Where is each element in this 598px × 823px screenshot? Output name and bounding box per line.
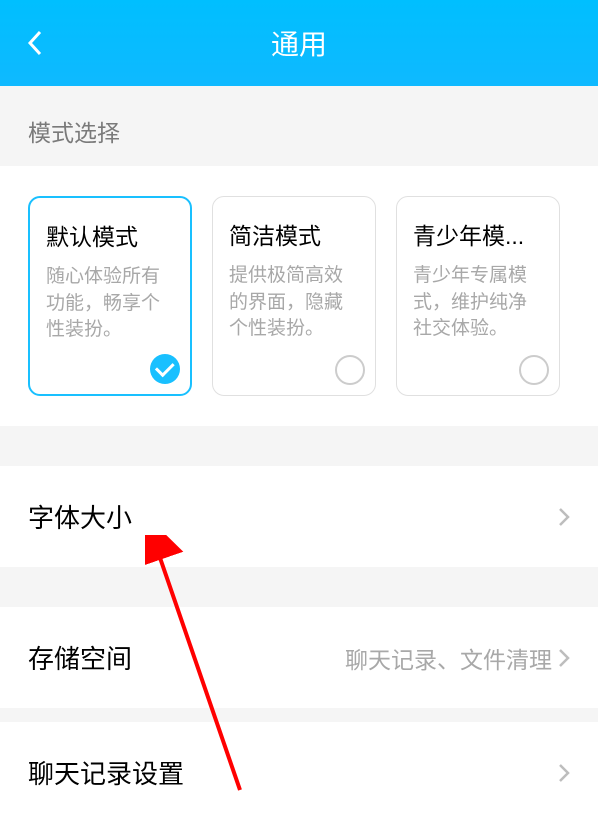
list-item-right — [558, 763, 570, 783]
mode-desc: 提供极简高效的界面，隐藏个性装扮。 — [229, 263, 359, 343]
chat-record-item[interactable]: 聊天记录设置 — [0, 722, 598, 823]
radio-unselected-icon — [519, 355, 549, 385]
header-bar: 通用 — [0, 0, 598, 86]
radio-unselected-icon — [335, 355, 365, 385]
back-button[interactable] — [26, 28, 44, 58]
chevron-right-icon — [558, 648, 570, 668]
mode-card-youth[interactable]: 青少年模... 青少年专属模式，维护纯净社交体验。 — [396, 196, 560, 396]
page-title: 通用 — [271, 23, 327, 63]
section-divider — [0, 708, 598, 722]
chevron-right-icon — [558, 507, 570, 527]
mode-desc: 青少年专属模式，维护纯净社交体验。 — [413, 263, 543, 343]
list-item-subtitle: 聊天记录、文件清理 — [345, 641, 552, 675]
section-divider — [0, 567, 598, 607]
font-size-item[interactable]: 字体大小 — [0, 466, 598, 567]
mode-title: 默认模式 — [46, 218, 174, 252]
mode-selection: 默认模式 随心体验所有功能，畅享个性装扮。 简洁模式 提供极简高效的界面，隐藏个… — [0, 166, 598, 426]
mode-title: 青少年模... — [413, 217, 543, 251]
chevron-left-icon — [26, 28, 44, 58]
section-label: 模式选择 — [0, 86, 598, 166]
mode-title: 简洁模式 — [229, 217, 359, 251]
list-item-label: 存储空间 — [28, 639, 132, 676]
list-item-label: 聊天记录设置 — [28, 754, 184, 791]
section-divider — [0, 426, 598, 466]
check-icon — [150, 354, 180, 384]
mode-desc: 随心体验所有功能，畅享个性装扮。 — [46, 264, 174, 344]
storage-item[interactable]: 存储空间 聊天记录、文件清理 — [0, 607, 598, 708]
chevron-right-icon — [558, 763, 570, 783]
mode-card-default[interactable]: 默认模式 随心体验所有功能，畅享个性装扮。 — [28, 196, 192, 396]
list-item-right — [558, 507, 570, 527]
mode-card-simple[interactable]: 简洁模式 提供极简高效的界面，隐藏个性装扮。 — [212, 196, 376, 396]
list-item-right: 聊天记录、文件清理 — [345, 641, 570, 675]
list-item-label: 字体大小 — [28, 498, 132, 535]
